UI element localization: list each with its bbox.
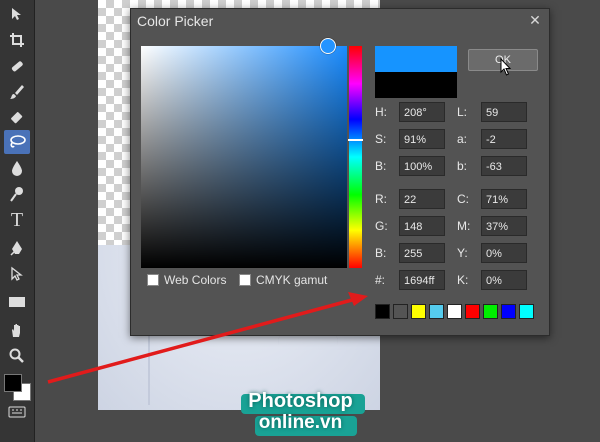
- field-label: G:: [375, 219, 388, 233]
- cmyk-gamut-option[interactable]: CMYK gamut: [239, 273, 327, 287]
- lab-l-input[interactable]: 59: [481, 102, 527, 122]
- zoom-icon[interactable]: [4, 344, 30, 368]
- path-select-icon[interactable]: [4, 262, 30, 286]
- crop-icon[interactable]: [4, 28, 30, 52]
- field-label: M:: [457, 219, 471, 233]
- tools-panel: T: [0, 0, 35, 442]
- eraser-icon[interactable]: [4, 106, 30, 130]
- palette-swatch[interactable]: [429, 304, 444, 319]
- blur-icon[interactable]: [4, 156, 30, 180]
- hex-input[interactable]: 1694ff: [399, 270, 445, 290]
- field-label: K:: [457, 273, 469, 287]
- field-label: S:: [375, 132, 387, 146]
- lasso-icon[interactable]: [4, 130, 30, 154]
- foreground-color-swatch[interactable]: [4, 374, 22, 392]
- field-lab-b: b: -63: [457, 156, 527, 176]
- field-label: H:: [375, 105, 387, 119]
- field-label: a:: [457, 132, 468, 146]
- color-picker-dialog: Color Picker ✕ Web Colors CMYK gamut OK …: [130, 8, 550, 336]
- field-hex: #: 1694ff: [375, 270, 445, 290]
- palette-swatch[interactable]: [465, 304, 480, 319]
- dodge-icon[interactable]: [4, 182, 30, 206]
- color-selector-handle[interactable]: [320, 38, 337, 54]
- field-label: L:: [457, 105, 468, 119]
- cmyk-gamut-label: CMYK gamut: [256, 273, 328, 287]
- dialog-title: Color Picker: [137, 13, 214, 29]
- magenta-input[interactable]: 37%: [481, 216, 527, 236]
- move-icon[interactable]: [4, 2, 30, 26]
- current-color-preview: [375, 72, 457, 98]
- shape-icon[interactable]: [4, 290, 30, 314]
- brush-icon[interactable]: [4, 80, 30, 104]
- green-input[interactable]: 148: [399, 216, 445, 236]
- palette-swatch[interactable]: [375, 304, 390, 319]
- cyan-input[interactable]: 71%: [481, 189, 527, 209]
- field-yellow: Y: 0%: [457, 243, 527, 263]
- healing-icon[interactable]: [4, 54, 30, 78]
- field-label: C:: [457, 192, 469, 206]
- field-label: B:: [375, 159, 387, 173]
- close-icon[interactable]: ✕: [527, 11, 543, 29]
- saturation-brightness-field[interactable]: [141, 38, 347, 268]
- hue-input[interactable]: 208°: [399, 102, 445, 122]
- hand-icon[interactable]: [4, 318, 30, 342]
- red-input[interactable]: 22: [399, 189, 445, 209]
- palette-swatch[interactable]: [447, 304, 462, 319]
- field-cyan: C: 71%: [457, 189, 527, 209]
- palette-swatch[interactable]: [519, 304, 534, 319]
- web-colors-checkbox[interactable]: [147, 274, 159, 286]
- field-blue: B: 255: [375, 243, 445, 263]
- field-label: b:: [457, 159, 468, 173]
- lab-b-input[interactable]: -63: [481, 156, 527, 176]
- photoshop-online-logo: Photoshop online.vn: [233, 388, 368, 440]
- recent-colors-palette: [375, 304, 537, 319]
- field-lab-a: a: -2: [457, 129, 527, 149]
- cmyk-gamut-checkbox[interactable]: [239, 274, 251, 286]
- web-colors-option[interactable]: Web Colors: [147, 273, 226, 287]
- field-label: B:: [375, 246, 387, 260]
- yellow-input[interactable]: 0%: [481, 243, 527, 263]
- field-magenta: M: 37%: [457, 216, 527, 236]
- palette-swatch[interactable]: [393, 304, 408, 319]
- field-label: R:: [375, 192, 387, 206]
- field-label: #:: [375, 273, 386, 287]
- web-colors-label: Web Colors: [164, 273, 227, 287]
- logo-line-1: Photoshop: [248, 390, 353, 412]
- field-brightness: B: 100%: [375, 156, 445, 176]
- brightness-input[interactable]: 100%: [399, 156, 445, 176]
- hue-slider[interactable]: [348, 46, 363, 268]
- saturation-input[interactable]: 91%: [399, 129, 445, 149]
- field-label: Y:: [457, 246, 468, 260]
- field-hue: H: 208°: [375, 102, 445, 122]
- logo-line-2: online.vn: [258, 412, 343, 433]
- field-lab-l: L: 59: [457, 102, 527, 122]
- new-color-preview: [375, 46, 457, 72]
- blue-input[interactable]: 255: [399, 243, 445, 263]
- lab-a-input[interactable]: -2: [481, 129, 527, 149]
- palette-swatch[interactable]: [501, 304, 516, 319]
- keyboard-icon[interactable]: [4, 404, 30, 420]
- type-icon[interactable]: T: [4, 208, 30, 232]
- field-black: K: 0%: [457, 270, 527, 290]
- field-green: G: 148: [375, 216, 445, 236]
- palette-swatch[interactable]: [411, 304, 426, 319]
- pen-icon[interactable]: [4, 236, 30, 260]
- mouse-pointer-icon: [500, 58, 512, 76]
- field-red: R: 22: [375, 189, 445, 209]
- palette-swatch[interactable]: [483, 304, 498, 319]
- black-input[interactable]: 0%: [481, 270, 527, 290]
- hue-slider-marker[interactable]: [348, 138, 363, 141]
- field-saturation: S: 91%: [375, 129, 445, 149]
